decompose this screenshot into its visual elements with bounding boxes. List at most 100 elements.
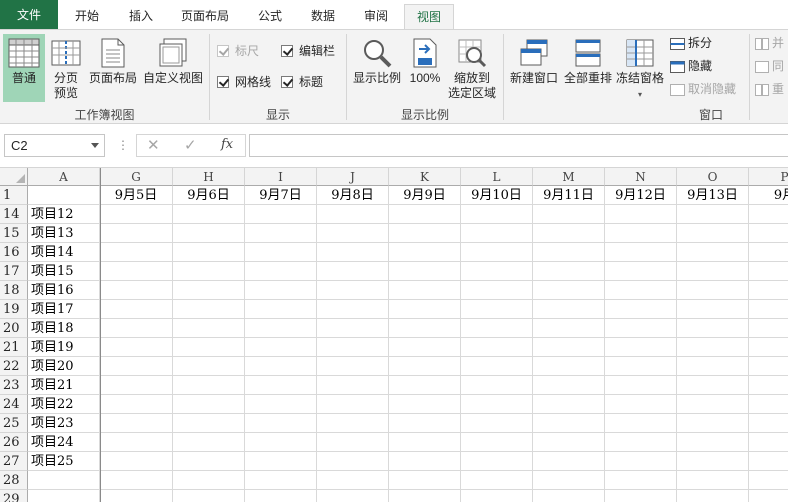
- cell[interactable]: [533, 338, 605, 357]
- cell[interactable]: [173, 433, 245, 452]
- cell[interactable]: [173, 224, 245, 243]
- row-header[interactable]: 1: [0, 186, 28, 205]
- cell-a[interactable]: [28, 490, 100, 502]
- cell[interactable]: [533, 319, 605, 338]
- cell[interactable]: [605, 281, 677, 300]
- cell[interactable]: [605, 376, 677, 395]
- cell[interactable]: [461, 395, 533, 414]
- cell[interactable]: [533, 490, 605, 502]
- cell[interactable]: [677, 452, 749, 471]
- cell[interactable]: [533, 205, 605, 224]
- cell[interactable]: [317, 490, 389, 502]
- date-header-cell[interactable]: 9月11日: [533, 186, 605, 205]
- select-all-corner[interactable]: [0, 168, 28, 186]
- cell[interactable]: [605, 243, 677, 262]
- formula-input[interactable]: [249, 134, 788, 157]
- cell-a[interactable]: 项目24: [28, 433, 100, 452]
- unhide-button[interactable]: 取消隐藏: [670, 80, 736, 98]
- cell[interactable]: [389, 433, 461, 452]
- cell[interactable]: [749, 338, 788, 357]
- cell[interactable]: [677, 414, 749, 433]
- column-header-a[interactable]: A: [28, 168, 100, 186]
- cell[interactable]: [605, 471, 677, 490]
- date-header-cell[interactable]: 9月10日: [461, 186, 533, 205]
- cell[interactable]: [605, 357, 677, 376]
- row-header[interactable]: 14: [0, 205, 28, 224]
- view-side-by-side-button[interactable]: 并: [755, 34, 784, 52]
- cell[interactable]: [100, 224, 173, 243]
- cell[interactable]: [389, 471, 461, 490]
- cell[interactable]: [677, 471, 749, 490]
- cell[interactable]: [749, 319, 788, 338]
- date-header-cell[interactable]: 9月12日: [605, 186, 677, 205]
- cell-a[interactable]: 项目17: [28, 300, 100, 319]
- cell[interactable]: [461, 433, 533, 452]
- cell-a[interactable]: 项目25: [28, 452, 100, 471]
- cell[interactable]: [533, 224, 605, 243]
- cell[interactable]: [533, 300, 605, 319]
- cell-a[interactable]: 项目14: [28, 243, 100, 262]
- date-header-cell[interactable]: 9月8日: [317, 186, 389, 205]
- date-header-cell[interactable]: 9月6日: [173, 186, 245, 205]
- cell[interactable]: [677, 205, 749, 224]
- cell[interactable]: [389, 357, 461, 376]
- zoom-button[interactable]: 显示比例: [350, 34, 404, 102]
- cell[interactable]: [605, 395, 677, 414]
- cell[interactable]: [173, 262, 245, 281]
- column-header-g[interactable]: G: [100, 168, 173, 186]
- cell-a[interactable]: 项目15: [28, 262, 100, 281]
- enter-icon[interactable]: ✓: [184, 136, 197, 154]
- synchronous-scrolling-button[interactable]: 同: [755, 57, 784, 75]
- cell[interactable]: [461, 300, 533, 319]
- cell[interactable]: [677, 395, 749, 414]
- row-header[interactable]: 20: [0, 319, 28, 338]
- cell[interactable]: [749, 490, 788, 502]
- column-header-n[interactable]: N: [605, 168, 677, 186]
- cell[interactable]: [317, 357, 389, 376]
- cell[interactable]: [605, 224, 677, 243]
- cell[interactable]: [461, 319, 533, 338]
- cell[interactable]: [605, 205, 677, 224]
- new-window-button[interactable]: 新建窗口: [507, 34, 561, 102]
- cell[interactable]: [389, 414, 461, 433]
- row-header[interactable]: 27: [0, 452, 28, 471]
- cell[interactable]: [749, 395, 788, 414]
- formula-bar-resize-handle[interactable]: ⋮: [117, 138, 129, 152]
- tab-formulas[interactable]: 公式: [246, 4, 294, 30]
- cell[interactable]: [173, 243, 245, 262]
- row-header[interactable]: 19: [0, 300, 28, 319]
- cell[interactable]: [533, 433, 605, 452]
- cell[interactable]: [317, 433, 389, 452]
- column-header-o[interactable]: O: [677, 168, 749, 186]
- cell[interactable]: [389, 243, 461, 262]
- row-header[interactable]: 15: [0, 224, 28, 243]
- cell[interactable]: [100, 319, 173, 338]
- cell[interactable]: [100, 395, 173, 414]
- cell[interactable]: [533, 357, 605, 376]
- row-header[interactable]: 18: [0, 281, 28, 300]
- cell-a[interactable]: 项目12: [28, 205, 100, 224]
- date-header-cell[interactable]: 9月9日: [389, 186, 461, 205]
- tab-view[interactable]: 视图: [404, 4, 454, 30]
- column-header-j[interactable]: J: [317, 168, 389, 186]
- cell-a[interactable]: 项目21: [28, 376, 100, 395]
- page-break-preview-button[interactable]: 分页 预览: [47, 34, 85, 102]
- cell[interactable]: [100, 452, 173, 471]
- cell[interactable]: [100, 433, 173, 452]
- cell[interactable]: [533, 376, 605, 395]
- cell[interactable]: [100, 205, 173, 224]
- headings-checkbox[interactable]: 标题: [281, 74, 331, 90]
- cell[interactable]: [461, 490, 533, 502]
- insert-function-icon[interactable]: fx: [221, 137, 233, 152]
- row-header[interactable]: 17: [0, 262, 28, 281]
- cell[interactable]: [245, 319, 317, 338]
- cell[interactable]: [100, 300, 173, 319]
- cell[interactable]: [749, 414, 788, 433]
- cell[interactable]: [245, 452, 317, 471]
- cell[interactable]: [245, 433, 317, 452]
- row-header[interactable]: 25: [0, 414, 28, 433]
- cell[interactable]: [389, 452, 461, 471]
- cell[interactable]: [461, 262, 533, 281]
- worksheet-grid[interactable]: A G H I J K L M N O P 1 9月5日 9月6日 9月7日 9月8日 9月9日 9月10日 9月1…: [0, 168, 788, 502]
- normal-view-button[interactable]: 普通: [3, 34, 45, 102]
